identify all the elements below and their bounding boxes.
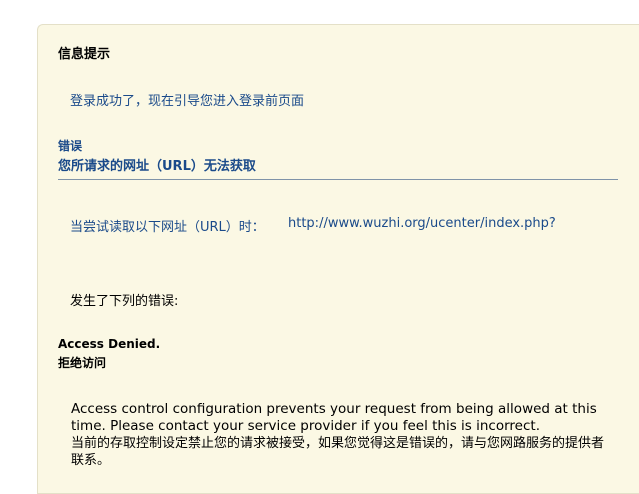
success-message: 登录成功了，现在引导您进入登录前页面 [70,94,305,109]
attempt-text: 当尝试读取以下网址（URL）时： [70,220,265,235]
divider [58,179,618,180]
error-heading: 您所请求的网址（URL）无法获取 [58,159,256,174]
requested-url-link[interactable]: http://www.wuzhi.org/ucenter/index.php? [288,216,556,231]
access-denied-title: Access Denied. [58,337,161,351]
info-panel: 信息提示 登录成功了，现在引导您进入登录前页面 错误 您所请求的网址（URL）无… [37,24,639,494]
occurred-text: 发生了下列的错误: [70,294,179,309]
access-denied-title-cn: 拒绝访问 [58,356,107,370]
error-label: 错误 [58,139,83,153]
error-message-en: Access control configuration prevents yo… [71,401,597,434]
error-message-cn: 当前的存取控制设定禁止您的请求被接受，如果您觉得这是错误的，请与您网路服务的提供… [71,436,605,468]
panel-title: 信息提示 [58,47,111,62]
